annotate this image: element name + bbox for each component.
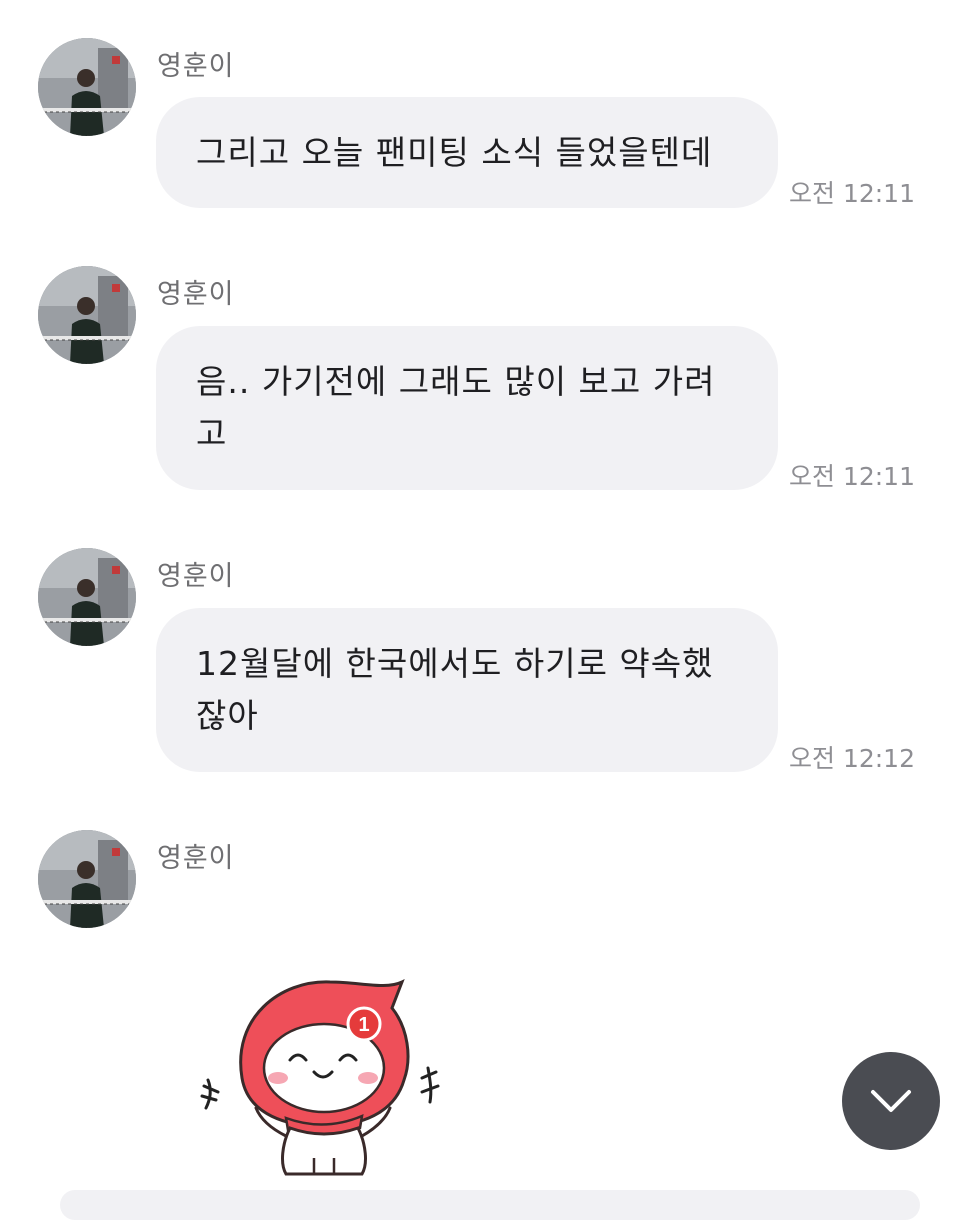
- avatar[interactable]: [38, 266, 136, 364]
- message-text: 음.. 가기전에 그래도 많이 보고 가려 고: [196, 362, 716, 453]
- message-text: 그리고 오늘 팬미팅 소식 들었을텐데: [196, 132, 713, 172]
- scroll-to-bottom-button[interactable]: [842, 1052, 940, 1150]
- message-time: 오전 12:11: [789, 179, 915, 208]
- sender-name: 영훈이: [157, 51, 235, 82]
- cheering-mascot-sticker[interactable]: 1: [190, 968, 460, 1178]
- sender-name: 영훈이: [157, 279, 235, 310]
- chevron-down-icon: [871, 1090, 911, 1112]
- message-bubble[interactable]: 음.. 가기전에 그래도 많이 보고 가려 고: [156, 326, 778, 490]
- sender-name: 영훈이: [157, 561, 235, 592]
- message-bubble[interactable]: 그리고 오늘 팬미팅 소식 들었을텐데: [156, 97, 778, 208]
- next-message-bubble-edge: [60, 1190, 920, 1220]
- avatar[interactable]: [38, 548, 136, 646]
- avatar[interactable]: [38, 830, 136, 928]
- sender-name: 영훈이: [157, 843, 235, 874]
- message-time: 오전 12:12: [789, 744, 915, 773]
- avatar[interactable]: [38, 38, 136, 136]
- message-bubble[interactable]: 12월달에 한국에서도 하기로 약속했 잖아: [156, 608, 778, 772]
- sticker-badge: 1: [358, 1014, 369, 1036]
- message-text: 12월달에 한국에서도 하기로 약속했 잖아: [196, 644, 714, 735]
- message-time: 오전 12:11: [789, 462, 915, 491]
